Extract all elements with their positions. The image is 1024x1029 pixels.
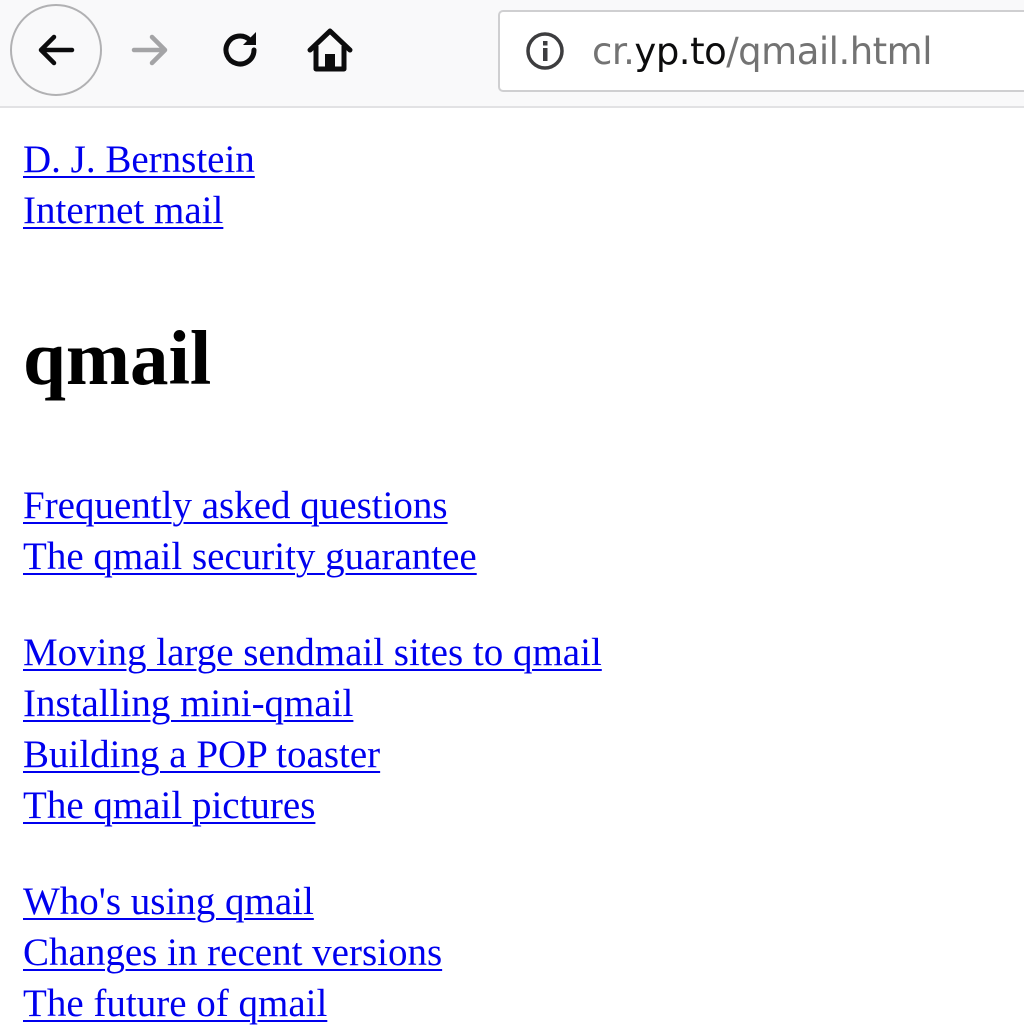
link-internet-mail[interactable]: Internet mail (23, 185, 223, 236)
link-faq[interactable]: Frequently asked questions (23, 480, 448, 531)
url-text[interactable]: cr.yp.to/qmail.html (592, 30, 932, 73)
home-button[interactable] (300, 20, 360, 80)
link-pop-toaster[interactable]: Building a POP toaster (23, 729, 380, 780)
link-moving-sendmail[interactable]: Moving large sendmail sites to qmail (23, 627, 602, 678)
link-security-guarantee[interactable]: The qmail security guarantee (23, 531, 477, 582)
url-bar[interactable]: cr.yp.to/qmail.html (498, 10, 1024, 92)
forward-arrow-icon (131, 34, 168, 66)
breadcrumb-links: D. J. Bernstein Internet mail (23, 134, 602, 236)
info-icon[interactable] (522, 28, 568, 74)
back-arrow-icon (38, 34, 75, 66)
url-domain: yp.to (634, 29, 727, 73)
home-icon (307, 28, 353, 72)
link-bernstein[interactable]: D. J. Bernstein (23, 134, 255, 185)
link-future[interactable]: The future of qmail (23, 978, 327, 1029)
browser-toolbar: cr.yp.to/qmail.html (0, 0, 1024, 108)
link-qmail-pictures[interactable]: The qmail pictures (23, 780, 315, 831)
forward-button[interactable] (120, 20, 180, 80)
reload-button[interactable] (210, 20, 270, 80)
page-content: D. J. Bernstein Internet mail qmail Freq… (23, 134, 602, 1029)
url-prefix: cr. (592, 29, 635, 73)
link-changes[interactable]: Changes in recent versions (23, 927, 442, 978)
link-mini-qmail[interactable]: Installing mini-qmail (23, 678, 353, 729)
link-group-2: Moving large sendmail sites to qmail Ins… (23, 627, 602, 831)
back-button[interactable] (10, 4, 102, 96)
link-group-1: Frequently asked questions The qmail sec… (23, 480, 602, 582)
url-path: /qmail.html (726, 29, 932, 73)
link-whos-using[interactable]: Who's using qmail (23, 876, 314, 927)
page-title: qmail (23, 315, 212, 401)
link-group-3: Who's using qmail Changes in recent vers… (23, 876, 602, 1029)
reload-icon (223, 32, 257, 67)
